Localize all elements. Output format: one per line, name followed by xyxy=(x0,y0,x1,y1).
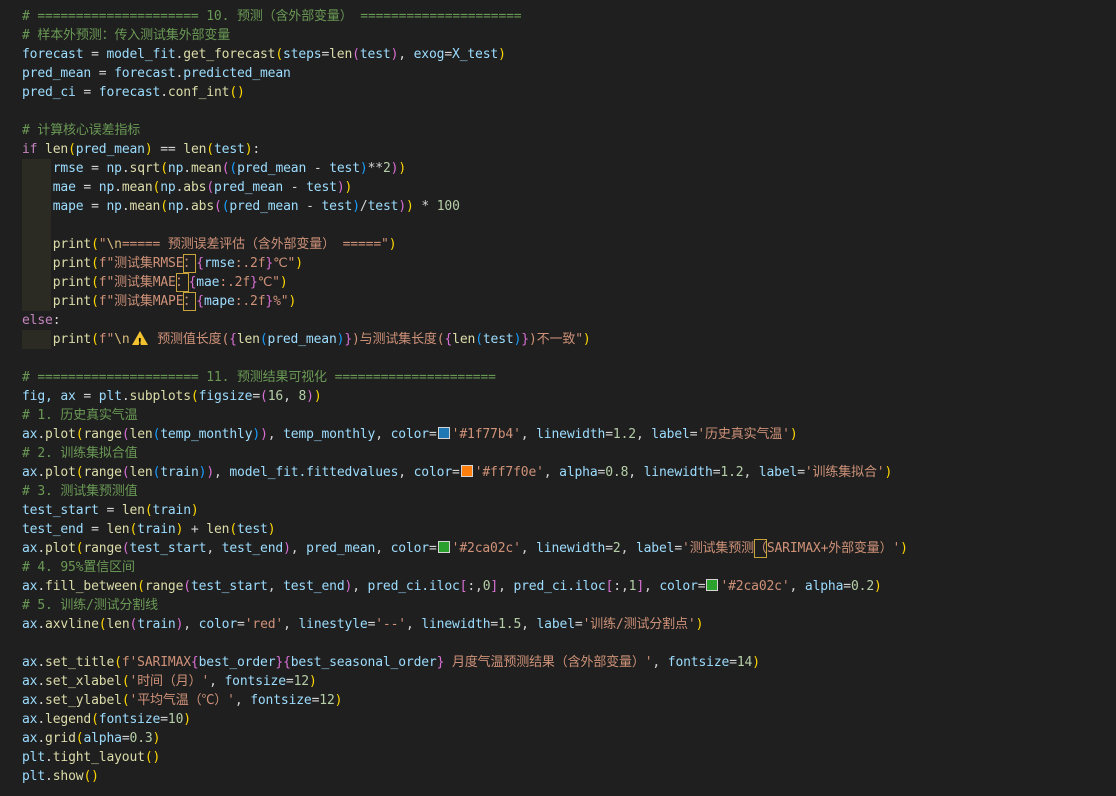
code-line-40[interactable]: plt.tight_layout() xyxy=(22,748,160,767)
code-line-8[interactable]: if len(pred_mean) == len(test): xyxy=(22,140,260,159)
code-editor[interactable]: # ===================== 10. 预测（含外部变量） ==… xyxy=(0,0,1116,796)
code-line-36[interactable]: ax.set_xlabel('时间（月）', fontsize=12) xyxy=(22,672,317,691)
code-line-18[interactable]: print(f"\n 预测值长度({len(pred_mean)})与测试集长度… xyxy=(22,330,591,352)
code-line-25[interactable]: ax.plot(range(len(train)), model_fit.fit… xyxy=(22,463,892,482)
code-line-38[interactable]: ax.legend(fontsize=10) xyxy=(22,710,191,729)
code-line-10[interactable]: mae = np.mean(np.abs(pred_mean - test)) xyxy=(22,178,353,197)
warning-icon xyxy=(131,331,148,352)
code-line-4[interactable]: pred_mean = forecast.predicted_mean xyxy=(22,64,291,83)
code-line-3[interactable]: forecast = model_fit.get_forecast(steps=… xyxy=(22,45,506,64)
code-line-41[interactable]: plt.show() xyxy=(22,767,99,786)
code-line-17[interactable]: else: xyxy=(22,311,61,330)
code-line-37[interactable]: ax.set_ylabel('平均气温（℃）', fontsize=12) xyxy=(22,691,342,710)
code-line-15[interactable]: print(f"测试集MAE：{mae:.2f}℃") xyxy=(22,273,288,292)
ambiguous-char-highlight: （ xyxy=(753,539,767,558)
code-line-13[interactable]: print("\n===== 预测误差评估（含外部变量） =====") xyxy=(22,235,397,254)
code-line-23[interactable]: ax.plot(range(len(temp_monthly)), temp_m… xyxy=(22,425,798,444)
code-line-32[interactable]: # 5. 训练/测试分割线 xyxy=(22,596,158,615)
code-line-29[interactable]: ax.plot(range(test_start, test_end), pre… xyxy=(22,539,908,558)
code-line-9[interactable]: rmse = np.sqrt(np.mean((pred_mean - test… xyxy=(22,159,406,178)
code-line-28[interactable]: test_end = len(train) + len(test) xyxy=(22,520,276,539)
ambiguous-char-highlight: ： xyxy=(183,254,197,273)
code-line-35[interactable]: ax.set_title(f'SARIMAX{best_order}{best_… xyxy=(22,653,760,672)
code-line-30[interactable]: # 4. 95%置信区间 xyxy=(22,558,135,577)
code-line-16[interactable]: print(f"测试集MAPE：{mape:.2f}%") xyxy=(22,292,296,311)
code-line-5[interactable]: pred_ci = forecast.conf_int() xyxy=(22,83,245,102)
code-line-1[interactable]: # ===================== 10. 预测（含外部变量） ==… xyxy=(22,7,522,26)
color-swatch-blue[interactable] xyxy=(437,427,450,439)
code-line-26[interactable]: # 3. 测试集预测值 xyxy=(22,482,138,501)
color-swatch-orange[interactable] xyxy=(460,465,473,477)
code-line-24[interactable]: # 2. 训练集拟合值 xyxy=(22,444,138,463)
code-line-27[interactable]: test_start = len(train) xyxy=(22,501,199,520)
code-line-33[interactable]: ax.axvline(len(train), color='red', line… xyxy=(22,615,703,634)
color-swatch-green[interactable] xyxy=(437,541,450,553)
ambiguous-char-highlight: ： xyxy=(175,273,189,292)
code-line-39[interactable]: ax.grid(alpha=0.3) xyxy=(22,729,160,748)
indent-guide xyxy=(22,216,51,235)
code-line-21[interactable]: fig, ax = plt.subplots(figsize=(16, 8)) xyxy=(22,387,322,406)
code-line-2[interactable]: # 样本外预测：传入测试集外部变量 xyxy=(22,26,230,45)
code-line-31[interactable]: ax.fill_between(range(test_start, test_e… xyxy=(22,577,882,596)
code-line-14[interactable]: print(f"测试集RMSE：{rmse:.2f}℃") xyxy=(22,254,303,273)
code-line-11[interactable]: mape = np.mean(np.abs((pred_mean - test)… xyxy=(22,197,460,216)
code-line-20[interactable]: # ===================== 11. 预测结果可视化 ====… xyxy=(22,368,496,387)
code-line-22[interactable]: # 1. 历史真实气温 xyxy=(22,406,138,425)
color-swatch-green[interactable] xyxy=(706,579,719,591)
code-line-7[interactable]: # 计算核心误差指标 xyxy=(22,121,140,140)
ambiguous-char-highlight: ： xyxy=(183,292,197,311)
